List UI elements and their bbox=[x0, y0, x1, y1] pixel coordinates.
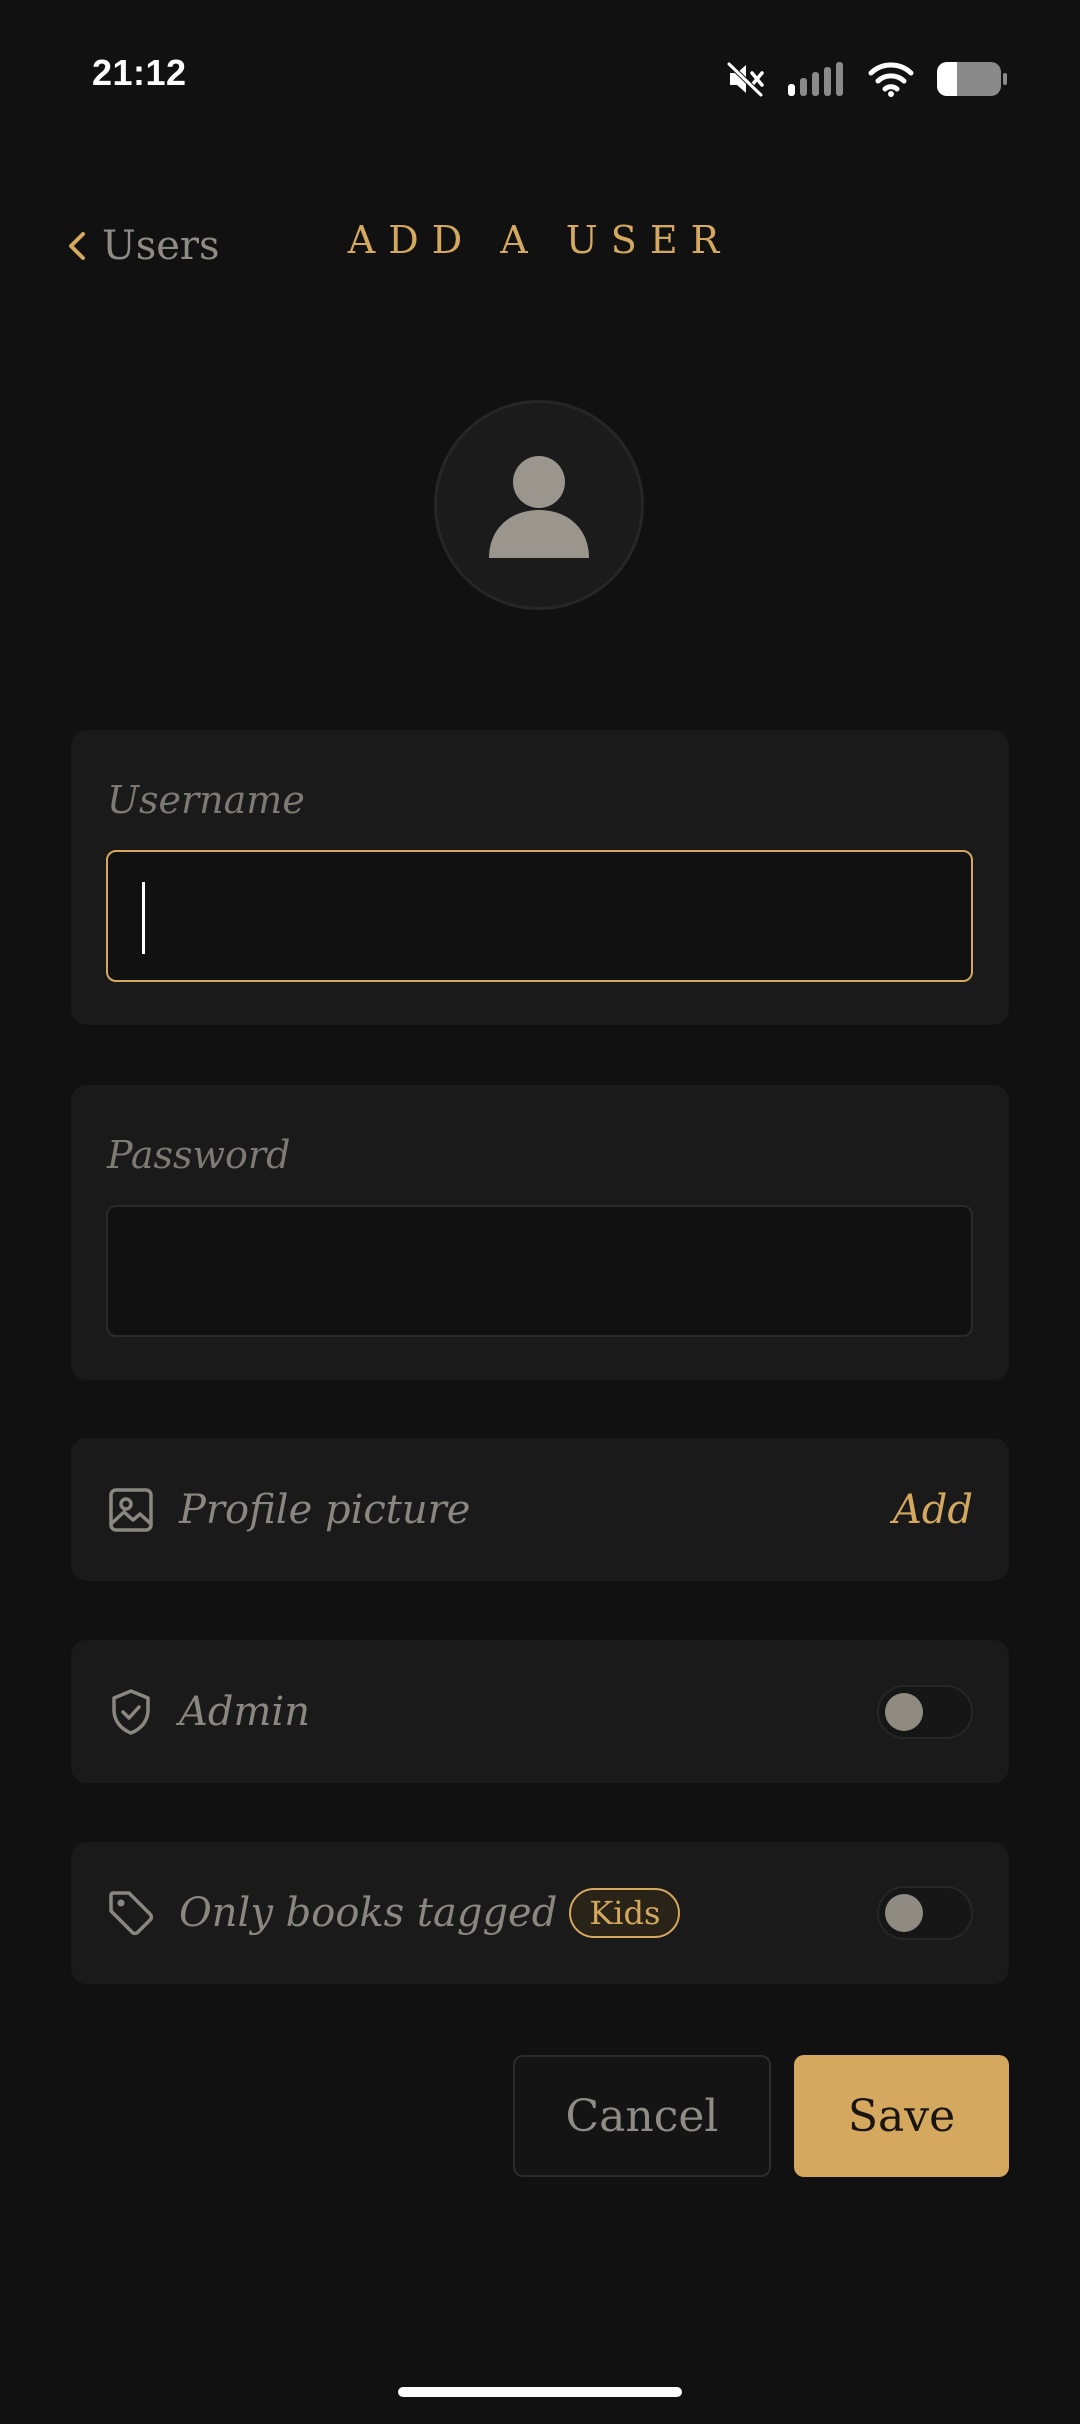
password-card: Password bbox=[71, 1085, 1009, 1380]
page-title: ADD A USER bbox=[347, 218, 733, 262]
password-input[interactable] bbox=[106, 1205, 973, 1337]
username-card: Username bbox=[71, 730, 1009, 1025]
status-time: 21:12 bbox=[92, 52, 187, 93]
status-icons bbox=[726, 58, 1008, 100]
admin-label: Admin bbox=[179, 1688, 310, 1735]
add-picture-button[interactable]: Add bbox=[893, 1487, 973, 1533]
profile-picture-row[interactable]: Profile picture Add bbox=[71, 1438, 1009, 1581]
tag-filter-label: Only books tagged bbox=[179, 1890, 558, 1936]
shield-check-icon bbox=[112, 1688, 150, 1735]
home-indicator[interactable] bbox=[398, 2387, 682, 2397]
tag-filter-label-group: Only books tagged Kids bbox=[179, 1888, 681, 1938]
user-placeholder-icon bbox=[489, 456, 589, 558]
image-icon bbox=[109, 1487, 153, 1532]
tag-kids-pill[interactable]: Kids bbox=[569, 1888, 681, 1938]
username-label: Username bbox=[107, 778, 305, 822]
tag-filter-toggle[interactable] bbox=[877, 1886, 973, 1940]
save-button[interactable]: Save bbox=[794, 2055, 1009, 2177]
signal-icon bbox=[788, 62, 843, 96]
wifi-icon bbox=[868, 62, 914, 97]
toggle-knob bbox=[885, 1692, 923, 1731]
toggle-knob bbox=[885, 1894, 923, 1932]
tag-filter-row: Only books tagged Kids bbox=[71, 1842, 1009, 1984]
mute-icon bbox=[727, 62, 764, 97]
avatar[interactable] bbox=[434, 400, 644, 610]
battery-icon bbox=[937, 62, 1007, 96]
tag-icon bbox=[109, 1891, 154, 1936]
cancel-button[interactable]: Cancel bbox=[513, 2055, 771, 2177]
username-input[interactable] bbox=[106, 850, 973, 982]
admin-row: Admin bbox=[71, 1640, 1009, 1783]
password-label: Password bbox=[107, 1133, 291, 1177]
profile-picture-label: Profile picture bbox=[179, 1486, 471, 1533]
admin-toggle[interactable] bbox=[877, 1684, 973, 1739]
text-caret bbox=[142, 882, 145, 954]
